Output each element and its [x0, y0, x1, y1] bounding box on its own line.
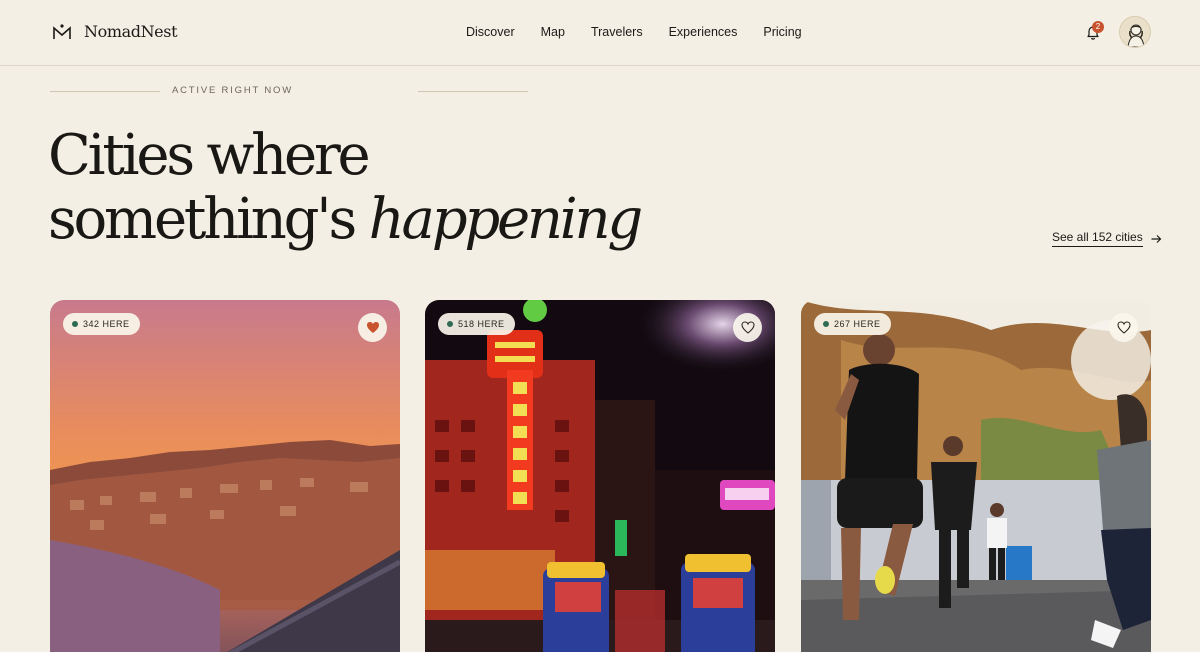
active-dot-icon	[72, 321, 78, 327]
travelers-count-badge: 342 HERE	[63, 313, 140, 335]
avatar[interactable]	[1119, 16, 1151, 48]
main-nav: Discover Map Travelers Experiences Prici…	[466, 25, 802, 39]
travelers-count-label: 518 HERE	[458, 319, 505, 329]
eyebrow-divider-left	[50, 91, 160, 92]
top-header: NomadNest Discover Map Travelers Experie…	[0, 0, 1200, 66]
active-dot-icon	[823, 321, 829, 327]
nav-travelers[interactable]: Travelers	[591, 25, 643, 39]
nav-discover[interactable]: Discover	[466, 25, 515, 39]
page-title: Cities where something's happening	[48, 123, 644, 252]
travelers-count-badge: 267 HERE	[814, 313, 891, 335]
travelers-count-label: 267 HERE	[834, 319, 881, 329]
travelers-count-badge: 518 HERE	[438, 313, 515, 335]
title-emphasis: happening	[368, 187, 644, 252]
city-photo-neon-night	[425, 300, 775, 652]
nav-experiences[interactable]: Experiences	[669, 25, 738, 39]
logo-mark-icon	[53, 23, 71, 39]
city-photo-sunset	[50, 300, 400, 652]
active-dot-icon	[447, 321, 453, 327]
see-all-label: See all 152 cities	[1052, 230, 1143, 247]
title-line-2: something's	[48, 187, 357, 252]
city-photo-runners	[801, 300, 1151, 652]
brand-logo[interactable]: NomadNest	[52, 22, 178, 41]
city-card[interactable]: 518 HERE	[425, 300, 775, 652]
heart-filled-icon	[366, 322, 379, 333]
favorite-button[interactable]	[1109, 313, 1138, 342]
nav-map[interactable]: Map	[541, 25, 565, 39]
heart-outline-icon	[1116, 321, 1131, 334]
nav-pricing[interactable]: Pricing	[763, 25, 801, 39]
notification-badge: 2	[1092, 21, 1104, 33]
user-portrait-icon	[1120, 17, 1150, 47]
arrow-right-icon	[1151, 234, 1162, 243]
city-card[interactable]: 267 HERE	[801, 300, 1151, 652]
travelers-count-label: 342 HERE	[83, 319, 130, 329]
city-card[interactable]: 342 HERE	[50, 300, 400, 652]
favorite-button[interactable]	[733, 313, 762, 342]
heart-outline-icon	[740, 321, 755, 334]
title-line-1: Cities where	[48, 123, 371, 188]
eyebrow-label: ACTIVE RIGHT NOW	[172, 85, 293, 96]
see-all-cities-link[interactable]: See all 152 cities	[1052, 230, 1162, 247]
eyebrow-divider-right	[418, 91, 528, 92]
favorite-button[interactable]	[358, 313, 387, 342]
brand-name: NomadNest	[84, 22, 178, 41]
